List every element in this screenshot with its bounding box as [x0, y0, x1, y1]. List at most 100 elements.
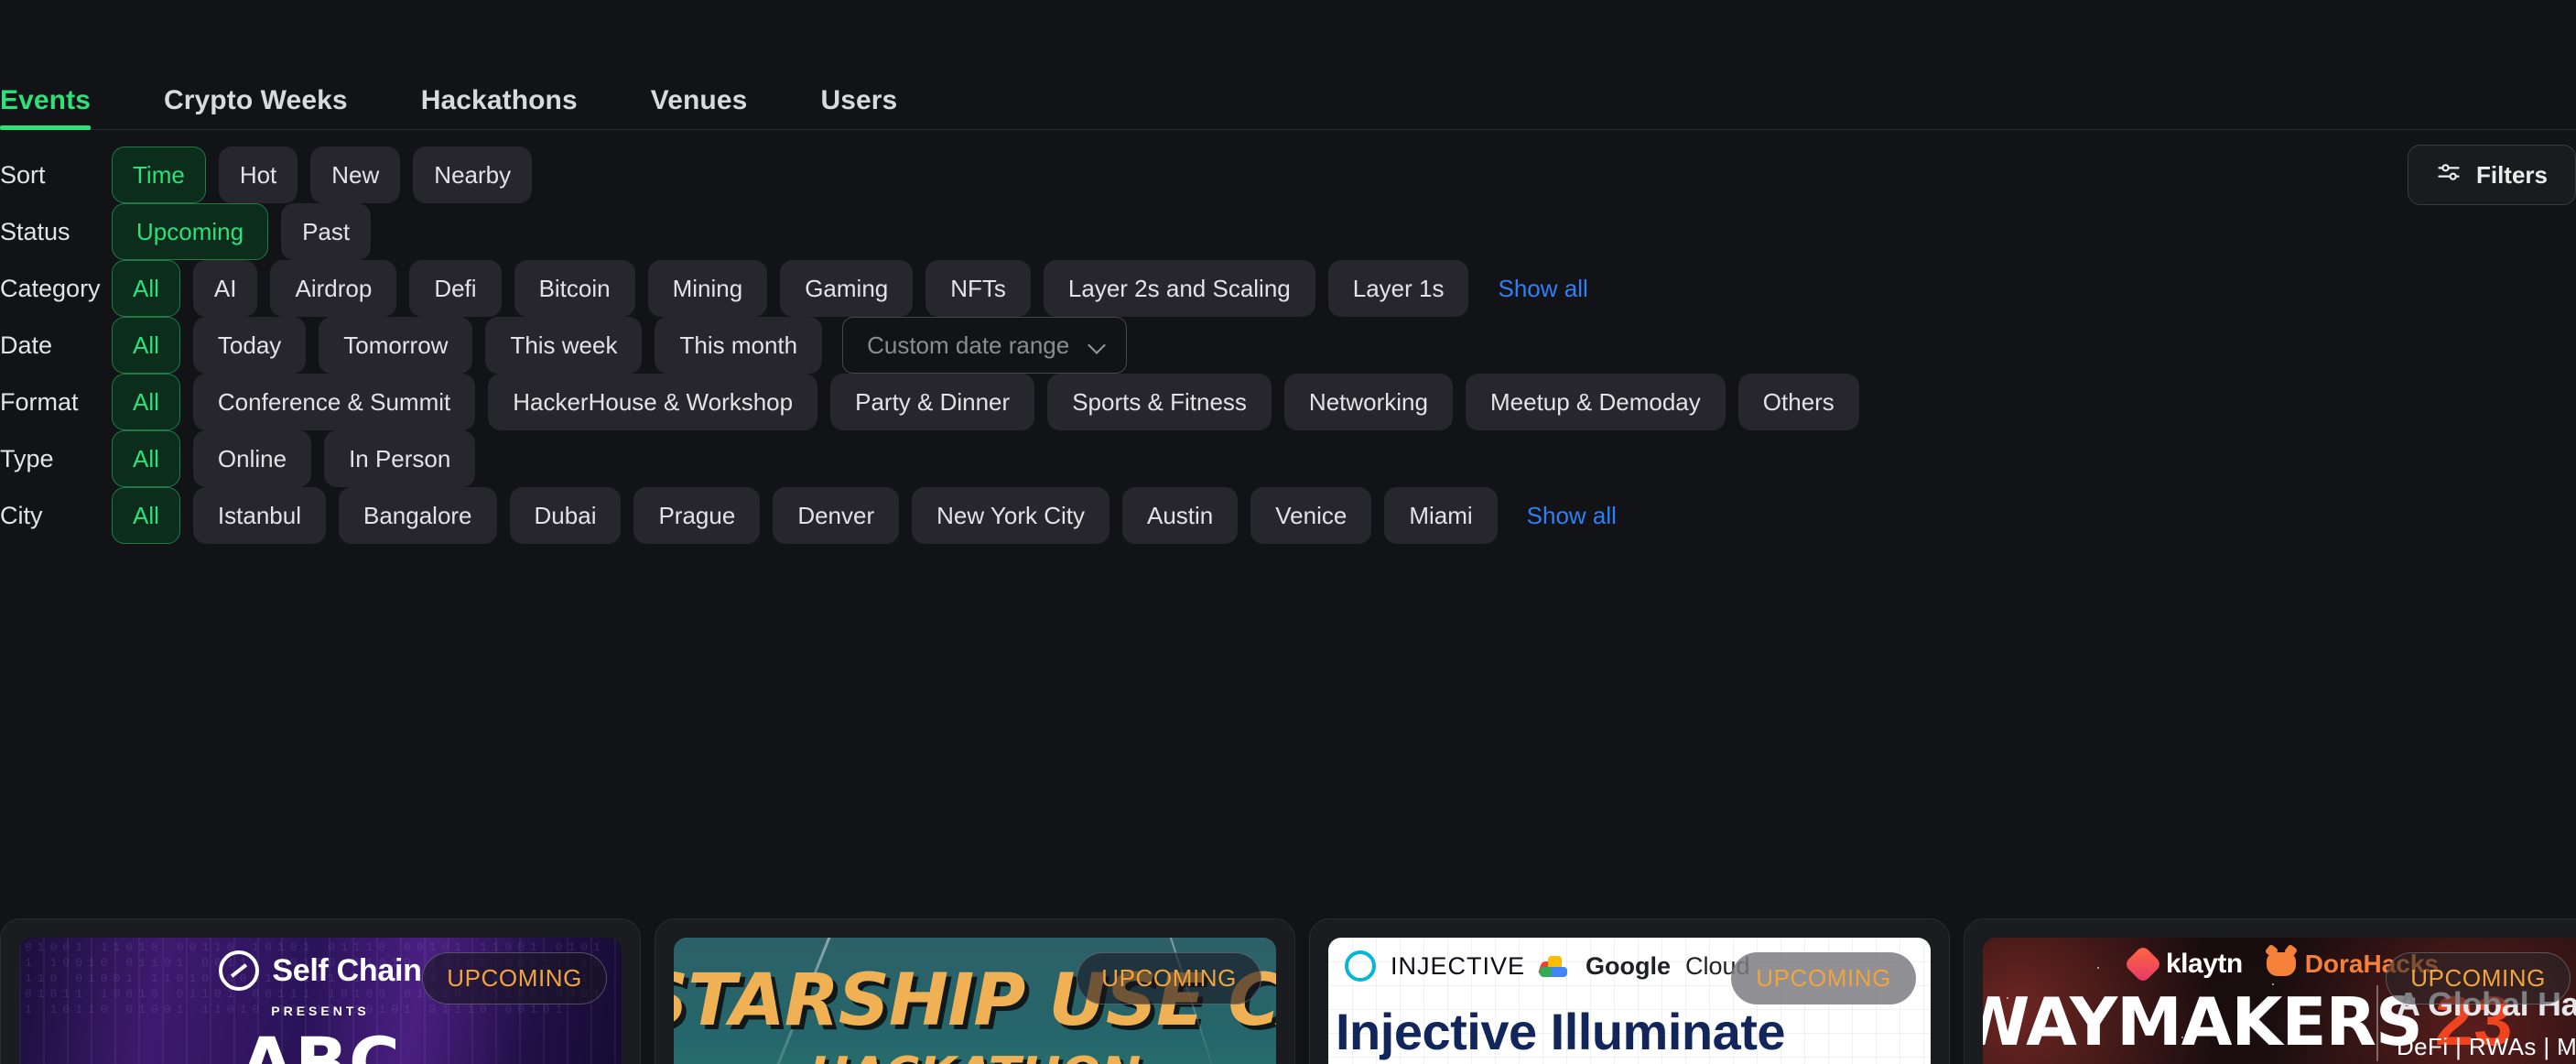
chip-type-all[interactable]: All: [112, 430, 180, 487]
tab-users[interactable]: Users: [820, 87, 897, 129]
chip-sort-nearby[interactable]: Nearby: [413, 147, 533, 203]
filter-row-type: Type All Online In Person: [0, 430, 2576, 487]
filter-row-date: Date All Today Tomorrow This week This m…: [0, 317, 2576, 374]
chip-city-istanbul[interactable]: Istanbul: [192, 487, 326, 544]
klaytn-logo-icon: [2123, 944, 2163, 984]
chip-date-all[interactable]: All: [112, 317, 180, 374]
event-card[interactable]: 01001 11010 00110 10101 01110 00101 1100…: [0, 918, 641, 1064]
chip-category-bitcoin[interactable]: Bitcoin: [514, 260, 635, 317]
chip-format-conference-summit[interactable]: Conference & Summit: [192, 374, 476, 430]
chip-category-layer2s[interactable]: Layer 2s and Scaling: [1043, 260, 1315, 317]
filter-row-status: Status Upcoming Past: [0, 203, 2576, 260]
filter-row-format: Format All Conference & Summit HackerHou…: [0, 374, 2576, 430]
partner-name-google: Google: [1586, 951, 1672, 980]
chip-category-nfts[interactable]: NFTs: [925, 260, 1031, 317]
show-all-city[interactable]: Show all: [1527, 504, 1617, 527]
chip-format-others[interactable]: Others: [1737, 374, 1859, 430]
filter-label-format: Format: [0, 387, 79, 416]
tab-venues[interactable]: Venues: [651, 87, 748, 129]
chip-date-tomorrow[interactable]: Tomorrow: [319, 317, 473, 374]
event-poster-title: ABC: [240, 1022, 401, 1064]
chip-category-ai[interactable]: AI: [192, 260, 258, 317]
chip-city-denver[interactable]: Denver: [773, 487, 900, 544]
chip-group-status: Upcoming Past: [112, 203, 372, 260]
event-card[interactable]: STARSHIP USE CASE HACKATHON UPCOMING: [655, 918, 1295, 1064]
filter-label-category: Category: [0, 274, 101, 302]
status-badge: UPCOMING: [2386, 952, 2571, 1004]
event-card-media: 01001 11010 00110 10101 01110 00101 1100…: [19, 938, 622, 1064]
chip-format-networking[interactable]: Networking: [1283, 374, 1453, 430]
chip-type-in-person[interactable]: In Person: [324, 430, 476, 487]
google-cloud-logo-icon: [1537, 952, 1571, 980]
chip-city-miami[interactable]: Miami: [1384, 487, 1498, 544]
chip-format-party-dinner[interactable]: Party & Dinner: [830, 374, 1035, 430]
chip-sort-new[interactable]: New: [310, 147, 401, 203]
event-poster-title: WAYMAKERS: [1983, 983, 2423, 1060]
filter-row-sort: Sort Time Hot New Nearby: [0, 147, 2576, 203]
chip-status-upcoming[interactable]: Upcoming: [112, 203, 269, 260]
filter-label-status: Status: [0, 217, 70, 245]
chip-group-format: All Conference & Summit HackerHouse & Wo…: [112, 374, 1859, 430]
tab-crypto-weeks[interactable]: Crypto Weeks: [164, 87, 348, 129]
event-brand-name: klaytn: [2165, 949, 2243, 979]
chip-category-gaming[interactable]: Gaming: [780, 260, 914, 317]
chip-category-all[interactable]: All: [112, 260, 180, 317]
chip-format-all[interactable]: All: [112, 374, 180, 430]
filter-row-city: City All Istanbul Bangalore Dubai Prague…: [0, 487, 2576, 544]
event-poster-title: Injective Illuminate: [1336, 1003, 1786, 1060]
tab-hackathons[interactable]: Hackathons: [421, 87, 578, 129]
chip-city-all[interactable]: All: [112, 487, 180, 544]
filter-label-city: City: [0, 501, 43, 529]
tab-events[interactable]: Events: [0, 87, 91, 130]
filter-label-type: Type: [0, 444, 54, 472]
chip-date-today[interactable]: Today: [192, 317, 307, 374]
chip-date-this-week[interactable]: This week: [485, 317, 643, 374]
chip-category-mining[interactable]: Mining: [647, 260, 768, 317]
filter-label-date: Date: [0, 331, 53, 359]
chip-city-prague[interactable]: Prague: [633, 487, 761, 544]
chip-format-hackerhouse-workshop[interactable]: HackerHouse & Workshop: [488, 374, 818, 430]
chip-category-layer1s[interactable]: Layer 1s: [1327, 260, 1469, 317]
chip-city-dubai[interactable]: Dubai: [509, 487, 622, 544]
chip-status-past[interactable]: Past: [281, 203, 372, 260]
custom-date-range-label: Custom date range: [867, 331, 1070, 359]
klaytn-brand: klaytn: [2123, 944, 2243, 984]
event-card[interactable]: INJECTIVE Google Cloud Injective Illumin…: [1309, 918, 1950, 1064]
status-badge: UPCOMING: [1077, 952, 1261, 1004]
chip-city-new-york-city[interactable]: New York City: [912, 487, 1109, 544]
event-poster-subtitle: HACKATHON: [674, 1048, 1276, 1064]
chip-category-airdrop[interactable]: Airdrop: [270, 260, 397, 317]
chip-group-sort: Time Hot New Nearby: [112, 147, 533, 203]
event-card-media: klaytn DoraHacks WAYMAKERS 23 A Global H…: [1983, 938, 2576, 1064]
status-badge: UPCOMING: [1731, 952, 1916, 1004]
filter-label-sort: Sort: [0, 160, 46, 189]
chip-city-austin[interactable]: Austin: [1121, 487, 1239, 544]
chevron-down-icon: [1089, 337, 1106, 353]
event-card-media: INJECTIVE Google Cloud Injective Illumin…: [1328, 938, 1931, 1064]
chip-group-type: All Online In Person: [112, 430, 476, 487]
chip-city-venice[interactable]: Venice: [1250, 487, 1372, 544]
event-card[interactable]: klaytn DoraHacks WAYMAKERS 23 A Global H…: [1964, 918, 2576, 1064]
filter-row-category: Category All AI Airdrop Defi Bitcoin Min…: [0, 260, 2576, 317]
chip-category-defi[interactable]: Defi: [409, 260, 502, 317]
chip-sort-hot[interactable]: Hot: [218, 147, 298, 203]
chip-group-category: All AI Airdrop Defi Bitcoin Mining Gamin…: [112, 260, 1588, 317]
event-brand-name: INJECTIVE: [1391, 951, 1526, 980]
event-presents-label: PRESENTS: [271, 1004, 370, 1018]
chip-group-city: All Istanbul Bangalore Dubai Prague Denv…: [112, 487, 1617, 544]
event-brand-name: Self Chain: [272, 952, 422, 988]
events-page: Events Crypto Weeks Hackathons Venues Us…: [0, 0, 2576, 1064]
status-badge: UPCOMING: [422, 952, 607, 1004]
custom-date-range-select[interactable]: Custom date range: [842, 317, 1128, 374]
chip-type-online[interactable]: Online: [192, 430, 312, 487]
chip-group-date: All Today Tomorrow This week This month …: [112, 317, 1128, 374]
chip-format-meetup-demoday[interactable]: Meetup & Demoday: [1465, 374, 1726, 430]
chip-sort-time[interactable]: Time: [112, 147, 206, 203]
injective-brand-row: INJECTIVE Google Cloud: [1345, 950, 1750, 982]
chip-format-sports-fitness[interactable]: Sports & Fitness: [1047, 374, 1272, 430]
injective-logo-icon: [1345, 950, 1376, 982]
chip-city-bangalore[interactable]: Bangalore: [338, 487, 497, 544]
chip-date-this-month[interactable]: This month: [655, 317, 823, 374]
show-all-category[interactable]: Show all: [1498, 277, 1587, 300]
event-card-grid: 01001 11010 00110 10101 01110 00101 1100…: [0, 918, 2576, 1064]
